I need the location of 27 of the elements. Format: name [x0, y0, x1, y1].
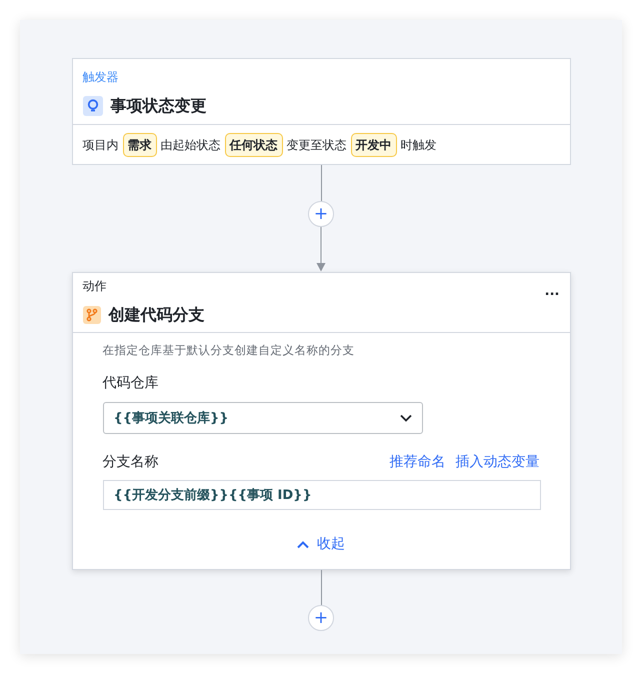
- condition-text: 由起始状态: [160, 136, 220, 154]
- collapse-button[interactable]: 收起: [297, 534, 345, 556]
- add-step-button[interactable]: +: [308, 605, 334, 632]
- connector-arrow: [316, 227, 326, 272]
- more-button[interactable]: ...: [544, 285, 560, 298]
- add-step-button[interactable]: +: [308, 201, 334, 227]
- repo-select[interactable]: {{事项关联仓库}}: [102, 402, 422, 434]
- condition-tag[interactable]: 开发中: [350, 132, 396, 156]
- trigger-title: 事项状态变更: [110, 95, 206, 117]
- action-title: 创建代码分支: [108, 304, 204, 326]
- field-label: 分支名称: [102, 453, 158, 472]
- field-link[interactable]: 插入动态变量: [456, 452, 540, 474]
- section-label: 触发器: [82, 70, 118, 84]
- condition-text: 变更至状态: [286, 136, 346, 154]
- branch-icon: [82, 306, 100, 324]
- chevron-down-icon: [400, 414, 412, 422]
- section-label: 动作: [82, 278, 106, 295]
- branch-name-field[interactable]: {{开发分支前缀}}{{事项 ID}}: [102, 480, 540, 510]
- condition-tag[interactable]: 需求: [122, 132, 156, 156]
- condition-text: 时触发: [400, 136, 436, 154]
- lightbulb-icon: [82, 96, 102, 116]
- action-description: 在指定仓库基于默认分支创建自定义名称的分支: [102, 342, 356, 359]
- chevron-up-icon: [297, 540, 309, 549]
- field-link[interactable]: 推荐命名: [390, 452, 446, 474]
- condition-tag[interactable]: 任何状态: [224, 132, 282, 156]
- condition-text: 项目内: [82, 136, 118, 154]
- field-label: 代码仓库: [102, 374, 160, 394]
